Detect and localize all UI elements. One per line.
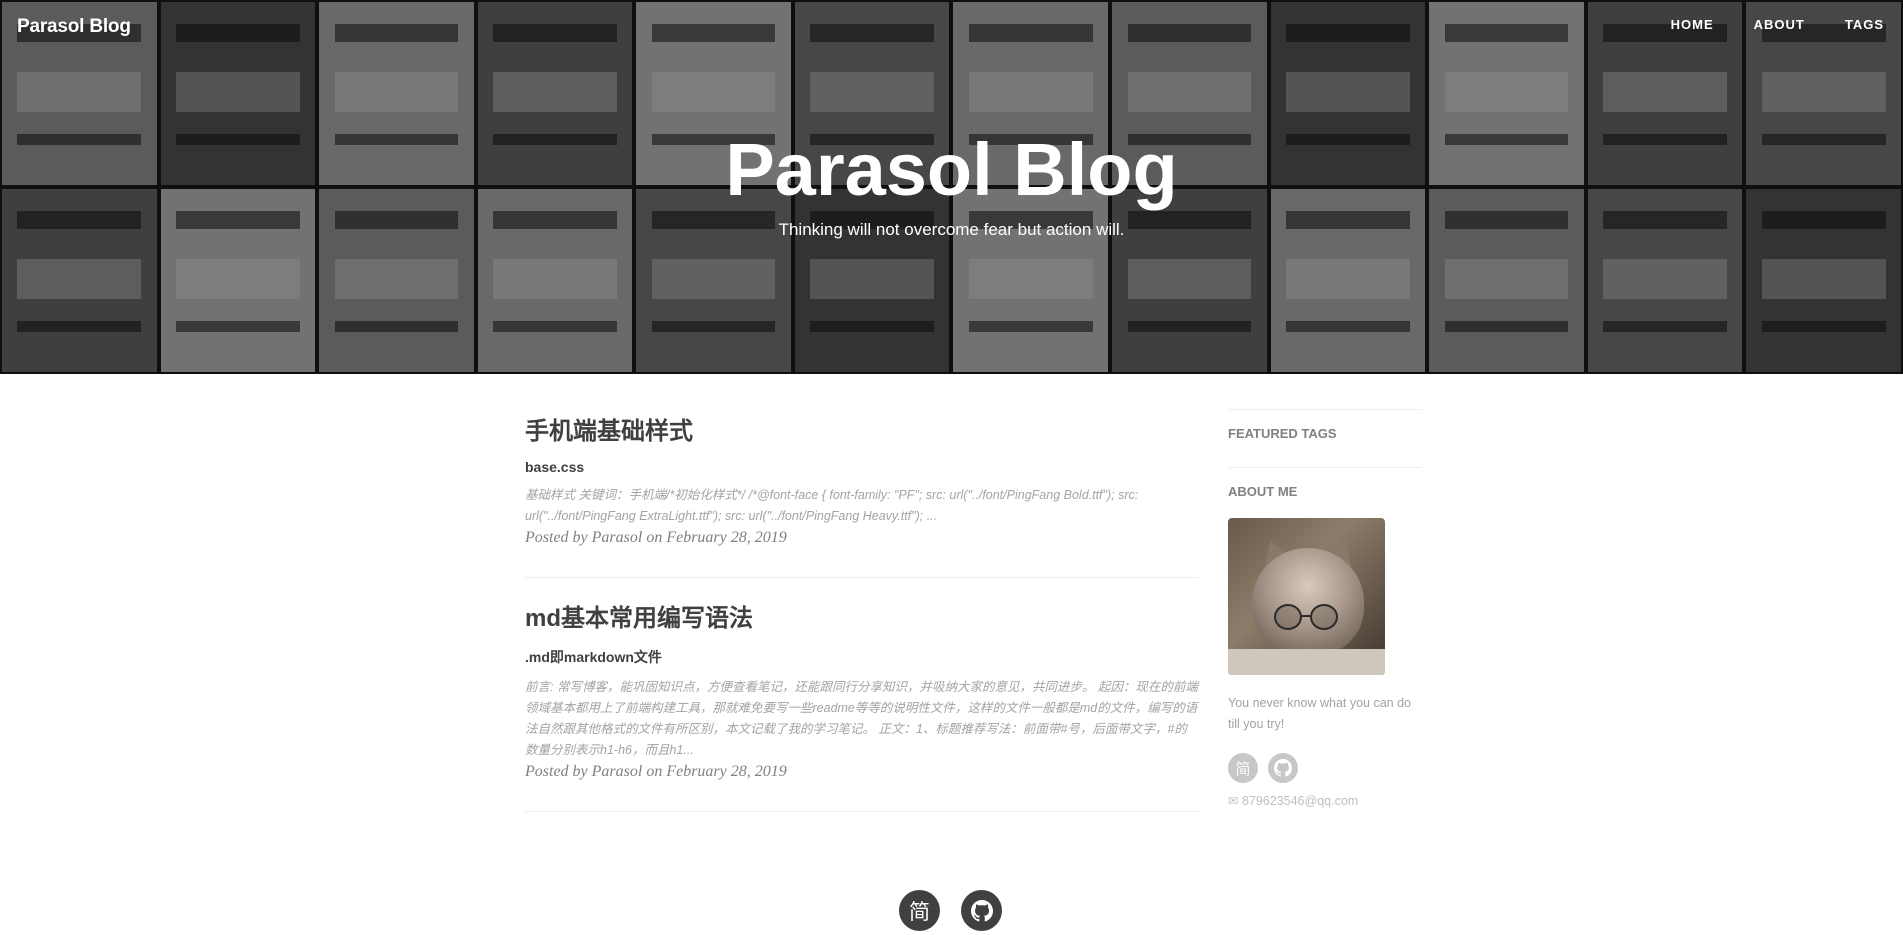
sidebar: FEATURED TAGS ABOUT ME You never know wh… — [1228, 409, 1422, 808]
post-subtitle[interactable]: base.css — [525, 459, 1199, 475]
nav-home-link[interactable]: HOME — [1671, 17, 1714, 32]
jianshu-icon[interactable]: 简 — [899, 890, 940, 931]
featured-tags-heading: FEATURED TAGS — [1228, 426, 1337, 441]
github-icon[interactable] — [1268, 753, 1298, 783]
about-me-text: You never know what you can do till you … — [1228, 696, 1411, 731]
about-me-section: ABOUT ME You never know what you can do … — [1228, 467, 1422, 808]
site-heading: Parasol Blog — [725, 128, 1178, 211]
post-list: 手机端基础样式 base.css 基础样式 关键词：手机端/*初始化样式*/ /… — [525, 374, 1199, 812]
site-subheading: Thinking will not overcome fear but acti… — [778, 220, 1125, 239]
post-meta: Posted by Parasol on February 28, 2019 — [525, 762, 787, 780]
jianshu-icon[interactable]: 简 — [1228, 753, 1258, 783]
nav-links: HOME ABOUT TAGS — [1631, 17, 1884, 32]
sidebar-social-links: 简 — [1228, 753, 1422, 783]
email-link[interactable]: ✉ 879623546@qq.com — [1228, 793, 1422, 808]
post-preview[interactable]: 手机端基础样式 base.css 基础样式 关键词：手机端/*初始化样式*/ /… — [525, 374, 1199, 579]
github-icon[interactable] — [961, 890, 1002, 931]
brand-link[interactable]: Parasol Blog — [17, 16, 131, 38]
post-title[interactable]: 手机端基础样式 — [525, 418, 1199, 445]
featured-tags-section: FEATURED TAGS — [1228, 409, 1422, 467]
post-title[interactable]: md基本常用编写语法 — [525, 605, 1199, 632]
footer-social-links: 简 — [899, 890, 1002, 931]
post-excerpt[interactable]: 基础样式 关键词：手机端/*初始化样式*/ /*@font-face { fon… — [525, 485, 1199, 527]
intro-header: Parasol Blog Thinking will not overcome … — [0, 0, 1903, 374]
nav-about-link[interactable]: ABOUT — [1754, 17, 1805, 32]
post-excerpt[interactable]: 前言: 常写博客，能巩固知识点，方便查看笔记，还能跟同行分享知识，并吸纳大家的意… — [525, 677, 1199, 761]
post-preview[interactable]: md基本常用编写语法 .md即markdown文件 前言: 常写博客，能巩固知识… — [525, 578, 1199, 812]
top-navbar: Parasol Blog HOME ABOUT TAGS — [0, 0, 1903, 52]
about-me-heading: ABOUT ME — [1228, 484, 1298, 499]
post-meta: Posted by Parasol on February 28, 2019 — [525, 529, 787, 547]
nav-tags-link[interactable]: TAGS — [1845, 17, 1884, 32]
avatar — [1228, 518, 1385, 675]
post-subtitle[interactable]: .md即markdown文件 — [525, 647, 1199, 667]
